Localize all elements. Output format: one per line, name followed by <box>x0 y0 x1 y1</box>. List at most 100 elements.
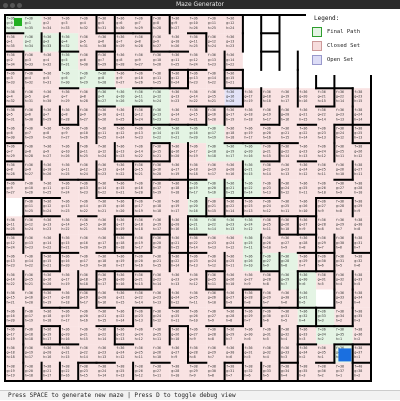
cell-debug-text: f=36 <box>318 273 326 277</box>
cell-debug-text: g=6 <box>116 21 122 25</box>
cell-debug-text: f=36 <box>61 291 69 295</box>
cell-debug-text: h=21 <box>43 264 51 268</box>
cell-debug-text: f=38 <box>354 126 362 130</box>
cell-debug-text: h=8 <box>190 355 196 359</box>
cell-debug-text: g=29 <box>244 314 252 318</box>
cell-debug-text: g=17 <box>208 131 216 135</box>
cell-debug-text: h=19 <box>208 136 216 140</box>
cell-debug-text: f=36 <box>281 90 289 94</box>
cell-debug-text: f=38 <box>354 218 362 222</box>
cell-debug-text: h=22 <box>25 264 33 268</box>
cell-debug-text: g=19 <box>208 168 216 172</box>
cell-debug-text: f=40 <box>354 364 362 368</box>
cell-debug-text: f=36 <box>61 346 69 350</box>
cell-debug-text: f=36 <box>135 236 143 240</box>
cell-debug-text: h=16 <box>61 374 69 378</box>
cell-debug-text: g=25 <box>190 296 198 300</box>
cell-debug-text: g=21 <box>299 113 307 117</box>
cell-debug-text: f=36 <box>208 126 216 130</box>
cell-debug-text: g=16 <box>190 131 198 135</box>
cell-debug-text: h=29 <box>80 81 88 85</box>
cell-debug-text: h=18 <box>208 154 216 158</box>
cell-debug-text: f=36 <box>7 126 15 130</box>
cell-debug-text: h=31 <box>7 117 15 121</box>
cell-debug-text: h=9 <box>299 227 305 231</box>
cell-debug-text: f=36 <box>226 163 234 167</box>
cell-debug-text: f=36 <box>153 346 161 350</box>
cell-debug-text: f=36 <box>336 328 344 332</box>
cell-debug-text: g=9 <box>61 131 67 135</box>
legend-label-final-path: Final Path <box>327 29 361 35</box>
cell-debug-text: g=26 <box>171 332 179 336</box>
cell-debug-text: h=10 <box>208 300 216 304</box>
cell-debug-text: g=15 <box>43 259 51 263</box>
maze-cell-unvisited <box>261 51 280 70</box>
cell-debug-text: g=30 <box>299 277 307 281</box>
cell-debug-text: g=6 <box>80 58 86 62</box>
cell-debug-text: g=27 <box>336 186 344 190</box>
cell-debug-text: g=26 <box>208 296 216 300</box>
cell-debug-text: f=36 <box>281 346 289 350</box>
cell-debug-text: f=36 <box>281 126 289 130</box>
cell-debug-text: f=36 <box>25 200 33 204</box>
cell-debug-text: h=5 <box>263 374 269 378</box>
cell-debug-text: f=36 <box>244 291 252 295</box>
cell-debug-text: h=12 <box>318 154 326 158</box>
cell-debug-text: g=29 <box>281 277 289 281</box>
cell-debug-text: g=19 <box>98 277 106 281</box>
cell-debug-text: f=36 <box>7 309 15 313</box>
close-window-icon[interactable] <box>3 3 8 8</box>
cell-debug-text: h=24 <box>80 172 88 176</box>
cell-debug-text: f=36 <box>116 200 124 204</box>
cell-debug-text: g=16 <box>208 113 216 117</box>
cell-debug-text: h=20 <box>80 245 88 249</box>
cell-debug-text: f=36 <box>263 346 271 350</box>
cell-debug-text: g=21 <box>208 204 216 208</box>
cell-debug-text: g=19 <box>25 351 33 355</box>
cell-debug-text: h=28 <box>153 26 161 30</box>
cell-debug-text: f=36 <box>244 255 252 259</box>
cell-debug-text: h=27 <box>98 99 106 103</box>
cell-debug-text: f=36 <box>263 108 271 112</box>
cell-debug-text: g=29 <box>318 241 326 245</box>
maze-canvas[interactable]: f=36 g=0 h=36 f=36 g=1 h=35 f=36 g=2 h=34 f=36 g=3… <box>0 9 400 390</box>
cell-debug-text: g=5 <box>7 113 13 117</box>
cell-debug-text: h=8 <box>226 319 232 323</box>
cell-debug-text: g=23 <box>190 259 198 263</box>
cell-debug-text: f=36 <box>171 145 179 149</box>
cell-debug-text: h=15 <box>116 300 124 304</box>
cell-debug-text: g=26 <box>318 186 326 190</box>
cell-debug-text: g=4 <box>7 94 13 98</box>
cell-debug-text: f=36 <box>153 35 161 39</box>
cell-debug-text: f=38 <box>281 364 289 368</box>
cell-debug-text: g=2 <box>25 40 31 44</box>
cell-debug-text: f=36 <box>61 255 69 259</box>
cell-debug-text: h=30 <box>25 117 33 121</box>
cell-debug-text: f=36 <box>80 346 88 350</box>
cell-debug-text: g=12 <box>190 58 198 62</box>
cell-debug-text: g=25 <box>263 223 271 227</box>
cell-debug-text: h=1 <box>354 355 360 359</box>
cell-debug-text: f=36 <box>116 17 124 21</box>
minimize-window-icon[interactable] <box>10 3 15 8</box>
cell-debug-text: f=36 <box>61 72 69 76</box>
cell-debug-text: f=36 <box>336 218 344 222</box>
maximize-window-icon[interactable] <box>17 3 22 8</box>
cell-debug-text: h=4 <box>263 355 269 359</box>
cell-debug-text: h=12 <box>354 154 362 158</box>
cell-debug-text: h=25 <box>25 209 33 213</box>
cell-debug-text: f=36 <box>263 255 271 259</box>
cell-debug-text: g=20 <box>116 277 124 281</box>
cell-debug-text: f=36 <box>208 309 216 313</box>
cell-debug-text: g=27 <box>153 369 161 373</box>
cell-debug-text: g=23 <box>318 131 326 135</box>
cell-debug-text: g=18 <box>208 149 216 153</box>
cell-debug-text: h=13 <box>336 117 344 121</box>
cell-debug-text: h=17 <box>208 172 216 176</box>
cell-debug-text: f=36 <box>281 200 289 204</box>
cell-debug-text: f=36 <box>336 273 344 277</box>
cell-debug-text: g=24 <box>208 259 216 263</box>
cell-debug-text: g=30 <box>244 332 252 336</box>
cell-debug-text: h=22 <box>171 117 179 121</box>
cell-debug-text: g=22 <box>244 186 252 190</box>
